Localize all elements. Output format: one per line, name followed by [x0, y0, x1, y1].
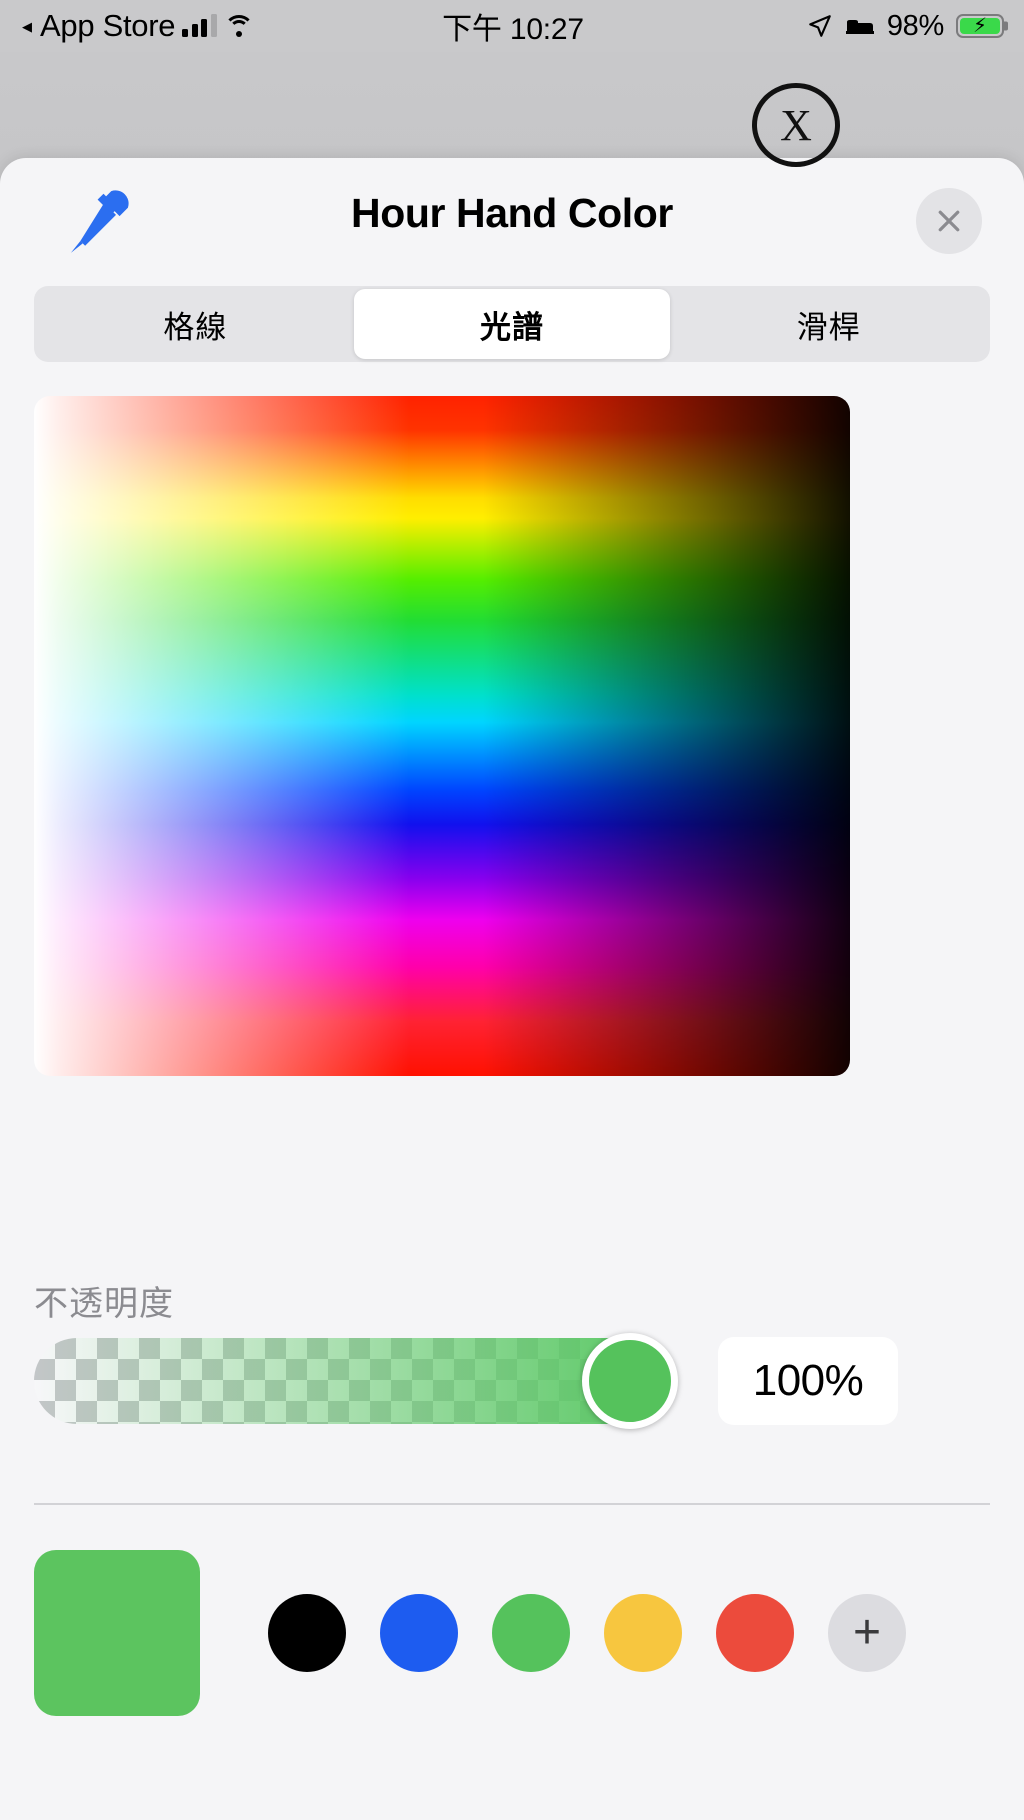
opacity-value-field[interactable]: 100% [718, 1337, 898, 1425]
swatch-row: + [34, 1548, 990, 1718]
back-arrow-icon[interactable]: ◀ [22, 20, 32, 33]
tab-grid-label: 格線 [163, 309, 228, 345]
tab-spectrum[interactable]: 光譜 [353, 289, 671, 359]
sleep-bed-icon [845, 20, 874, 34]
charging-bolt-icon: ⚡ [972, 15, 988, 37]
status-bar-left: ◀ App Store [0, 8, 442, 44]
page-title: Hour Hand Color [351, 190, 673, 236]
battery-charging-icon: ⚡ [956, 14, 1004, 38]
overlay-close-button[interactable]: X [752, 83, 840, 167]
opacity-label: 不透明度 [34, 1285, 174, 1323]
status-bar-right: 98% ⚡ [584, 10, 1024, 43]
location-arrow-icon [809, 15, 831, 37]
wifi-icon [223, 14, 254, 38]
status-bar-center: 下午 10:27 [442, 4, 584, 48]
swatch-black[interactable] [268, 1594, 346, 1672]
tab-sliders[interactable]: 滑桿 [670, 289, 987, 359]
tab-sliders-label: 滑桿 [796, 309, 861, 345]
swatch-blue[interactable] [380, 1594, 458, 1672]
saved-swatch-list: + [268, 1594, 906, 1672]
swatch-green[interactable] [492, 1594, 570, 1672]
plus-icon: + [852, 1606, 882, 1659]
opacity-slider-track[interactable] [34, 1338, 654, 1424]
battery-percent-label: 98% [886, 9, 944, 42]
sheet-header: Hour Hand Color [0, 158, 1024, 280]
overlay-close-label: X [780, 100, 812, 150]
tab-spectrum-label: 光譜 [480, 309, 544, 345]
sheet-close-button[interactable] [916, 188, 982, 254]
section-divider [34, 1503, 990, 1505]
opacity-slider-thumb[interactable] [582, 1333, 678, 1429]
color-spectrum-field[interactable] [34, 396, 850, 1076]
clock-label: 下午 10:27 [442, 13, 584, 46]
add-swatch-button[interactable]: + [828, 1594, 906, 1672]
tab-grid[interactable]: 格線 [37, 289, 354, 359]
swatch-yellow[interactable] [604, 1594, 682, 1672]
status-bar: ◀ App Store 下午 10:27 98% ⚡ [0, 0, 1024, 52]
close-x-icon [938, 210, 960, 232]
current-color-swatch[interactable] [34, 1550, 200, 1716]
opacity-slider-row: 100% [34, 1333, 990, 1429]
color-picker-sheet: Hour Hand Color 格線 光譜 滑桿 不透明度 100% + [0, 158, 1024, 1820]
swatch-red[interactable] [716, 1594, 794, 1672]
back-to-app-label[interactable]: App Store [40, 8, 175, 44]
picker-mode-segmented-control[interactable]: 格線 光譜 滑桿 [34, 286, 990, 362]
cellular-bars-icon [182, 14, 217, 37]
